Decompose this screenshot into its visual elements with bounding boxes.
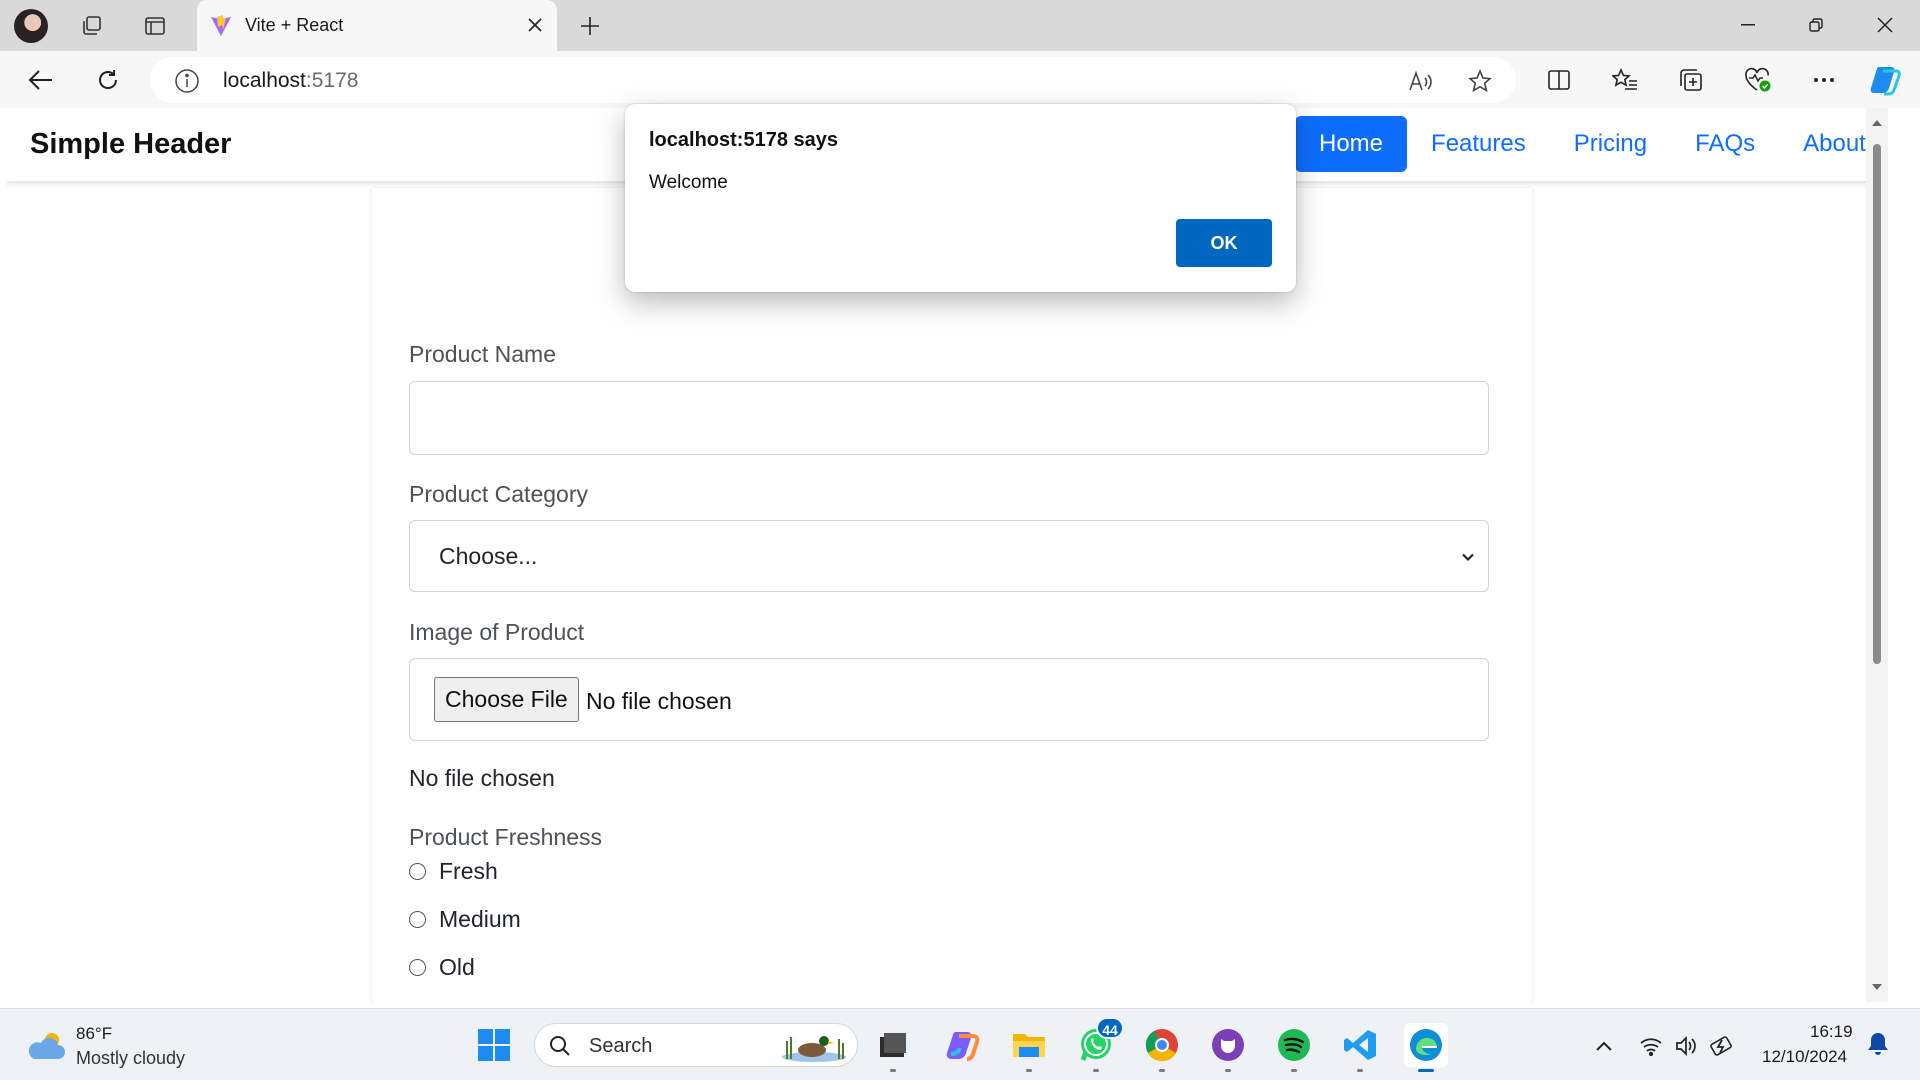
running-indicator [1093,1069,1099,1072]
scroll-thumb[interactable] [1873,144,1881,664]
running-indicator [1159,1069,1165,1072]
taskbar-edge[interactable] [1404,1023,1448,1072]
nav-features[interactable]: Features [1407,116,1550,172]
browser-toolbar: localhost:5178 [0,51,1920,108]
product-category-label: Product Category [409,481,588,507]
site-nav: Home Features Pricing FAQs About [1295,114,1888,174]
product-form: Product Name Product Category Choose... … [372,188,1532,1002]
tab-close-icon[interactable] [521,11,549,39]
weather-temperature: 86°F [76,1024,113,1043]
close-window-icon[interactable] [1862,8,1908,42]
file-status-text: No file chosen [586,688,732,714]
tab-title: Vite + React [245,15,344,35]
refresh-icon[interactable] [89,62,127,98]
radio-fresh[interactable]: Fresh [409,856,498,886]
notification-bell-icon[interactable] [1865,1031,1891,1057]
tab-actions-icon[interactable] [137,10,173,42]
radio-medium[interactable]: Medium [409,904,521,934]
dialog-title: localhost:5178 says [649,129,838,151]
favorites-icon[interactable] [1606,62,1644,98]
duck-illustration-icon [782,1036,846,1062]
radio-old[interactable]: Old [409,952,475,982]
battery-charging-icon[interactable] [1710,1033,1736,1059]
split-screen-icon[interactable] [1540,62,1578,98]
product-category-select[interactable]: Choose... [409,520,1489,592]
choose-file-button[interactable]: Choose File [434,677,579,722]
product-name-label: Product Name [409,341,557,367]
minimize-icon[interactable] [1725,8,1771,42]
scroll-down-icon[interactable] [1870,980,1884,994]
radio-button[interactable] [409,910,426,928]
taskbar-file-explorer[interactable] [1007,1023,1051,1072]
site-info-icon[interactable] [174,68,200,94]
taskbar-whatsapp[interactable]: 44 [1074,1017,1124,1072]
nav-faqs[interactable]: FAQs [1671,116,1779,172]
radio-button[interactable] [409,958,426,976]
browser-tab-strip: Vite + React [0,0,1920,51]
chevron-up-icon[interactable] [1591,1033,1617,1059]
windows-taskbar: 86°F Mostly cloudy Search 44 16:19 12/10… [0,1008,1920,1080]
cloudy-weather-icon[interactable] [26,1029,68,1063]
taskbar-vscode[interactable] [1338,1023,1382,1072]
wifi-icon[interactable] [1638,1033,1664,1059]
taskbar-file-app[interactable] [871,1023,915,1072]
freshness-label: Product Freshness [409,824,603,850]
address-bar[interactable]: localhost:5178 [150,57,1516,103]
page-scrollbar[interactable] [1866,108,1888,1002]
taskbar-spotify[interactable] [1272,1023,1316,1072]
image-label: Image of Product [409,619,585,645]
volume-icon[interactable] [1673,1033,1699,1059]
ok-button[interactable]: OK [1176,219,1272,267]
weather-description: Mostly cloudy [76,1048,186,1068]
radio-button[interactable] [409,862,426,880]
alert-dialog: localhost:5178 says Welcome OK [625,104,1296,292]
more-options-icon[interactable] [1805,62,1843,98]
nav-home[interactable]: Home [1295,116,1408,172]
radio-label: Fresh [439,857,498,884]
running-indicator [890,1069,896,1072]
restore-icon[interactable] [1793,8,1839,42]
read-aloud-icon[interactable] [1404,65,1438,97]
browser-tab-active[interactable]: Vite + React [197,0,557,51]
search-icon [550,1036,570,1056]
notification-badge: 44 [1096,1017,1124,1039]
start-button[interactable] [472,1023,516,1067]
back-arrow-icon[interactable] [22,62,60,98]
running-indicator [1418,1069,1434,1072]
taskbar-github-desktop[interactable] [1206,1023,1250,1072]
site-brand[interactable]: Simple Header [30,128,231,161]
running-indicator [1291,1069,1297,1072]
copilot-icon[interactable] [1867,62,1905,98]
clock-date[interactable]: 12/10/2024 [1762,1047,1847,1067]
chevron-down-icon [1462,553,1474,562]
nav-pricing[interactable]: Pricing [1550,116,1671,172]
search-placeholder: Search [589,1035,653,1057]
radio-label: Old [439,953,475,980]
running-indicator [1026,1069,1032,1072]
file-chosen-text: No file chosen [409,765,555,791]
product-category-value: Choose... [439,543,538,569]
image-file-input[interactable]: Choose File No file chosen [409,658,1489,741]
collections-icon[interactable] [1672,62,1710,98]
workspaces-icon[interactable] [74,10,110,42]
browser-essentials-icon[interactable] [1739,62,1777,98]
new-tab-button[interactable] [572,10,608,42]
scroll-up-icon[interactable] [1870,116,1884,130]
taskbar-chrome[interactable] [1140,1023,1184,1072]
radio-label: Medium [439,905,521,932]
running-indicator [1357,1069,1363,1072]
product-name-input[interactable] [409,381,1489,455]
favorite-star-icon[interactable] [1463,65,1497,97]
running-indicator [1225,1069,1231,1072]
profile-avatar[interactable] [14,9,48,43]
taskbar-copilot[interactable] [941,1023,985,1067]
dialog-message: Welcome [649,172,728,193]
taskbar-search[interactable]: Search [534,1023,858,1067]
vite-logo-icon [211,15,231,36]
url-text: localhost:5178 [223,69,359,92]
clock-time[interactable]: 16:19 [1810,1022,1853,1042]
